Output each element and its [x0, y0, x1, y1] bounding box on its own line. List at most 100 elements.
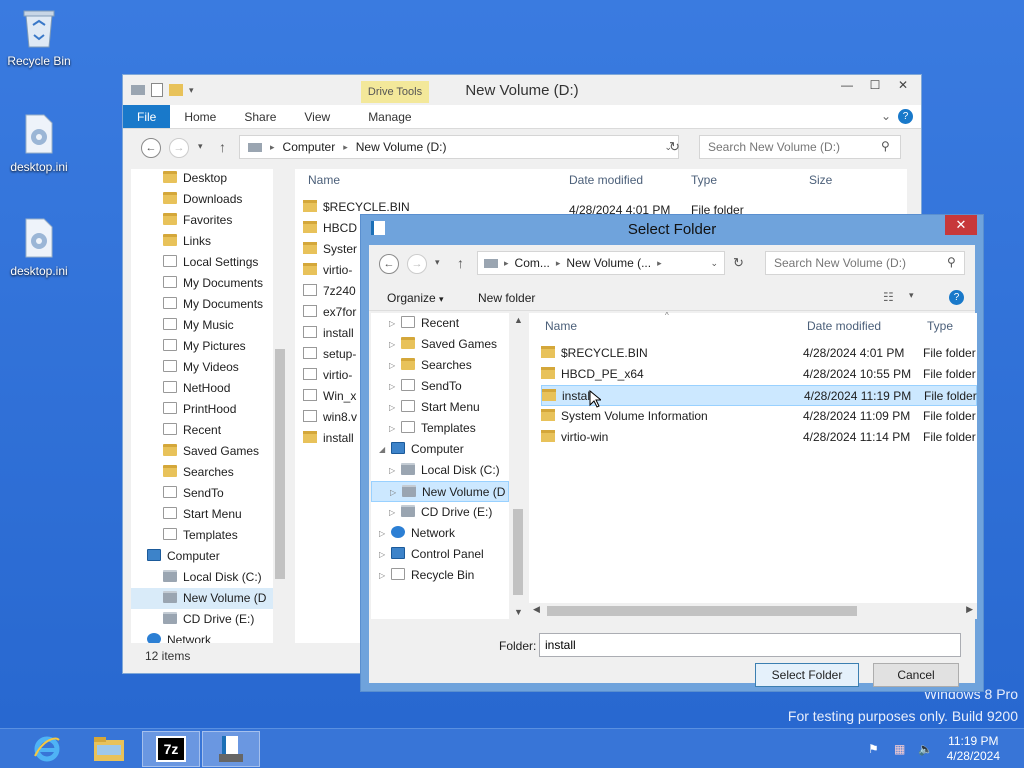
- file-row[interactable]: virtio-win 4/28/2024 11:14 PM File folder: [541, 427, 977, 448]
- organize-button[interactable]: Organize ▾: [387, 291, 444, 305]
- nav-item[interactable]: NetHood: [131, 378, 281, 399]
- new-folder-button[interactable]: New folder: [478, 291, 535, 305]
- maximize-icon[interactable]: ☐: [861, 75, 889, 95]
- nav-item[interactable]: ▷ SendTo: [371, 376, 509, 397]
- column-type[interactable]: Type: [927, 319, 953, 333]
- expand-arrow-icon[interactable]: ◢: [379, 439, 385, 460]
- action-center-flag-icon[interactable]: ⚑: [868, 742, 879, 756]
- expand-arrow-icon[interactable]: ▷: [389, 355, 395, 376]
- forward-button[interactable]: →: [169, 138, 189, 158]
- cancel-button[interactable]: Cancel: [873, 663, 959, 687]
- forward-button[interactable]: →: [407, 254, 427, 274]
- expand-arrow-icon[interactable]: ▷: [379, 523, 385, 544]
- scroll-left-icon[interactable]: ◀: [533, 604, 540, 615]
- search-input[interactable]: Search New Volume (D:): [699, 135, 901, 159]
- installer-icon[interactable]: [202, 731, 260, 767]
- minimize-icon[interactable]: —: [833, 75, 861, 95]
- nav-item[interactable]: Searches: [131, 462, 281, 483]
- back-button[interactable]: ←: [379, 254, 399, 274]
- file-row[interactable]: install 4/28/2024 11:19 PM File folder: [541, 385, 977, 406]
- 7zip-icon[interactable]: 7z: [142, 731, 200, 767]
- close-icon[interactable]: ✕: [889, 75, 917, 95]
- scroll-up-icon[interactable]: ▲: [514, 315, 523, 325]
- nav-item[interactable]: Links: [131, 231, 281, 252]
- nav-item[interactable]: Downloads: [131, 189, 281, 210]
- nav-item[interactable]: My Documents: [131, 294, 281, 315]
- nav-item[interactable]: Recent: [131, 420, 281, 441]
- tab-share[interactable]: Share: [230, 105, 290, 128]
- breadcrumb-computer[interactable]: Computer: [283, 140, 336, 154]
- address-dropdown-icon[interactable]: ⌄: [710, 258, 718, 269]
- expand-arrow-icon[interactable]: ▷: [390, 482, 396, 503]
- volume-muted-icon[interactable]: 🔈: [918, 742, 933, 756]
- internet-explorer-icon[interactable]: [18, 731, 76, 767]
- nav-scrollbar[interactable]: [273, 169, 287, 643]
- refresh-icon[interactable]: ↻: [733, 255, 744, 271]
- select-folder-button[interactable]: Select Folder: [755, 663, 859, 687]
- expand-arrow-icon[interactable]: ▷: [389, 334, 395, 355]
- nav-item[interactable]: My Music: [131, 315, 281, 336]
- column-size[interactable]: Size: [809, 173, 832, 187]
- breadcrumb-volume[interactable]: New Volume (...: [566, 256, 651, 270]
- nav-item[interactable]: ▷ Local Disk (C:): [371, 460, 509, 481]
- nav-item[interactable]: My Documents: [131, 273, 281, 294]
- file-row[interactable]: System Volume Information 4/28/2024 11:09…: [541, 406, 977, 427]
- horizontal-scrollbar[interactable]: ◀ ▶: [529, 603, 977, 619]
- nav-item[interactable]: ▷ Searches: [371, 355, 509, 376]
- help-icon[interactable]: ?: [949, 290, 964, 305]
- nav-item[interactable]: ▷ Templates: [371, 418, 509, 439]
- nav-item[interactable]: Local Disk (C:): [131, 567, 281, 588]
- file-row[interactable]: HBCD_PE_x64 4/28/2024 10:55 PM File folder: [541, 364, 977, 385]
- scroll-down-icon[interactable]: ▼: [514, 607, 523, 617]
- up-icon[interactable]: ↑: [457, 255, 464, 271]
- refresh-icon[interactable]: ↻: [669, 139, 680, 155]
- desktop-icon-desktop-ini-2[interactable]: desktop.ini: [4, 216, 74, 278]
- recent-locations-icon[interactable]: ▾: [198, 141, 203, 152]
- desktop-icon-desktop-ini[interactable]: desktop.ini: [4, 112, 74, 174]
- file-row[interactable]: $RECYCLE.BIN 4/28/2024 4:01 PM File folder: [541, 343, 977, 364]
- column-name[interactable]: Name: [308, 173, 340, 187]
- expand-arrow-icon[interactable]: ▷: [389, 418, 395, 439]
- nav-item[interactable]: Saved Games: [131, 441, 281, 462]
- system-clock[interactable]: 11:19 PM 4/28/2024: [947, 734, 1000, 764]
- nav-item[interactable]: Network: [131, 630, 281, 643]
- nav-item[interactable]: ▷ Saved Games: [371, 334, 509, 355]
- nav-item[interactable]: ▷ Start Menu: [371, 397, 509, 418]
- nav-item[interactable]: SendTo: [131, 483, 281, 504]
- nav-item[interactable]: ◢ Computer: [371, 439, 509, 460]
- folder-input[interactable]: [539, 633, 961, 657]
- expand-arrow-icon[interactable]: ▷: [379, 544, 385, 565]
- nav-item[interactable]: ▷ Recent: [371, 313, 509, 334]
- desktop-icon-recycle-bin[interactable]: Recycle Bin: [4, 6, 74, 68]
- nav-item[interactable]: Desktop: [131, 169, 281, 189]
- recent-locations-icon[interactable]: ▾: [435, 257, 440, 268]
- nav-item[interactable]: ▷ CD Drive (E:): [371, 502, 509, 523]
- nav-item[interactable]: ▷ Network: [371, 523, 509, 544]
- ribbon-expand-icon[interactable]: ⌄: [881, 109, 891, 123]
- expand-arrow-icon[interactable]: ▷: [379, 565, 385, 586]
- view-options-icon[interactable]: ☷: [883, 290, 894, 304]
- nav-item[interactable]: ▷ New Volume (D: [371, 481, 509, 502]
- network-error-icon[interactable]: ▦: [894, 742, 905, 756]
- nav-item[interactable]: Templates: [131, 525, 281, 546]
- breadcrumb-computer[interactable]: Com...: [515, 256, 550, 270]
- tab-view[interactable]: View: [290, 105, 344, 128]
- nav-item[interactable]: My Pictures: [131, 336, 281, 357]
- address-bar[interactable]: ▸ Computer ▸ New Volume (D:) ⌄: [239, 135, 679, 159]
- back-button[interactable]: ←: [141, 138, 161, 158]
- up-icon[interactable]: ↑: [219, 139, 226, 155]
- expand-arrow-icon[interactable]: ▷: [389, 376, 395, 397]
- nav-item[interactable]: Start Menu: [131, 504, 281, 525]
- close-button[interactable]: ✕: [945, 215, 977, 235]
- nav-item[interactable]: Favorites: [131, 210, 281, 231]
- expand-arrow-icon[interactable]: ▷: [389, 397, 395, 418]
- breadcrumb-volume[interactable]: New Volume (D:): [356, 140, 447, 154]
- nav-item[interactable]: New Volume (D: [131, 588, 281, 609]
- dialog-nav-scrollbar[interactable]: ▲ ▼: [511, 313, 525, 619]
- scroll-right-icon[interactable]: ▶: [966, 604, 973, 615]
- nav-item[interactable]: CD Drive (E:): [131, 609, 281, 630]
- column-date[interactable]: Date modified: [569, 173, 643, 187]
- column-name[interactable]: Name: [545, 319, 577, 333]
- file-explorer-icon[interactable]: [80, 731, 138, 767]
- expand-arrow-icon[interactable]: ▷: [389, 460, 395, 481]
